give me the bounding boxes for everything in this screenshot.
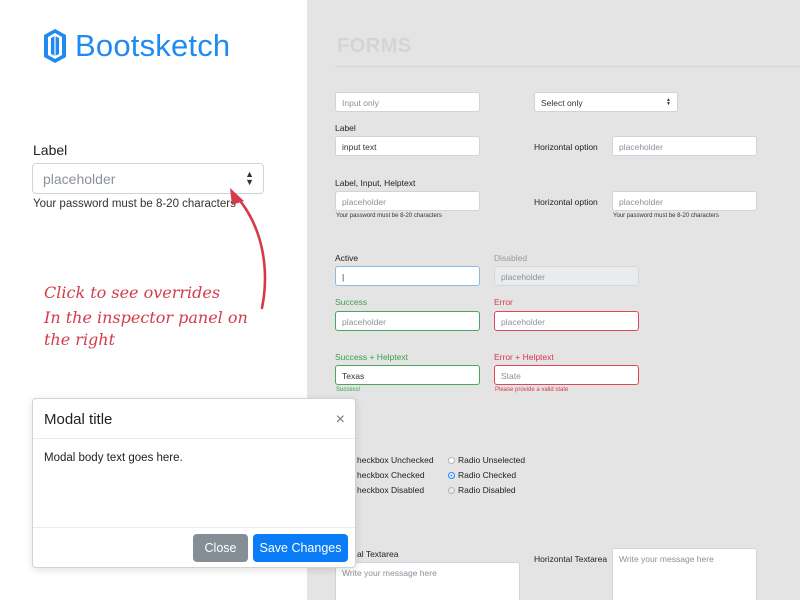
radio-label: Radio Unselected — [458, 455, 526, 465]
modal-dialog: Modal title × Modal body text goes here.… — [32, 398, 356, 568]
success-helptext-field[interactable]: Texas — [335, 365, 480, 385]
helptext-field[interactable]: placeholder — [335, 191, 480, 211]
horizontal-textarea-label: Horizontal Textarea — [534, 554, 608, 564]
divider — [335, 66, 800, 67]
modal-header: Modal title × — [33, 399, 355, 439]
horizontal-option-label: Horizontal option — [534, 142, 598, 152]
hint-line-2: In the inspector panel on — [44, 308, 248, 327]
horizontal-helptext: Your password must be 8-20 characters — [613, 213, 719, 219]
radio-icon — [448, 456, 455, 464]
label-input-helptext-label: Label, Input, Helptext — [335, 178, 416, 188]
disabled-label: Disabled — [494, 253, 528, 263]
radio-selected-icon — [448, 471, 455, 479]
modal-footer-divider — [33, 527, 355, 528]
helptext: Your password must be 8-20 characters — [336, 213, 442, 219]
radio-icon — [448, 486, 455, 494]
radio-label: Radio Checked — [458, 470, 517, 480]
error-field[interactable]: placeholder — [494, 311, 639, 331]
disabled-field: placeholder — [494, 266, 639, 286]
modal-body: Modal body text goes here. — [44, 452, 183, 464]
checkbox-label: heckbox Checked — [357, 470, 425, 480]
input-only-field[interactable]: Input only — [335, 92, 480, 112]
textarea-label: al Textarea — [357, 549, 399, 559]
checkbox-label: heckbox Disabled — [357, 485, 425, 495]
checkbox-label: heckbox Unchecked — [357, 455, 434, 465]
horizontal-option-field[interactable]: placeholder — [612, 136, 757, 156]
checkbox-unchecked[interactable]: heckbox Unchecked — [357, 455, 434, 465]
horizontal-textarea-field[interactable]: Write your message here — [612, 548, 757, 600]
close-button[interactable]: Close — [193, 534, 248, 562]
label-text: Label — [335, 123, 356, 133]
error-helptext-field[interactable]: State — [494, 365, 639, 385]
modal-title: Modal title — [44, 411, 113, 428]
save-changes-button[interactable]: Save Changes — [253, 534, 348, 562]
horizontal-option-label-2: Horizontal option — [534, 197, 598, 207]
select-only-field[interactable]: Select only ▲ ▼ — [534, 92, 678, 112]
close-icon[interactable]: × — [336, 411, 345, 429]
active-label: Active — [335, 253, 359, 263]
hint-line-3: the right — [44, 330, 116, 349]
textarea-field[interactable]: Write your message here — [335, 562, 520, 600]
active-field[interactable]: | — [335, 266, 480, 286]
forms-preview: FORMS Input only Select only ▲ ▼ Label in… — [307, 0, 800, 600]
success-helptext: Success! — [336, 387, 361, 393]
horizontal-helptext-field[interactable]: placeholder — [612, 191, 757, 211]
error-helptext-label: Error + Helptext — [494, 352, 554, 362]
select-only-value: Select only — [541, 98, 583, 108]
radio-disabled: Radio Disabled — [448, 485, 516, 495]
success-label: Success — [335, 297, 368, 307]
error-helptext: Please provide a valid state — [495, 387, 569, 393]
radio-checked[interactable]: Radio Checked — [448, 470, 516, 480]
hint-line-1: Click to see overrides — [44, 283, 221, 302]
radio-unselected[interactable]: Radio Unselected — [448, 455, 525, 465]
success-helptext-label: Success + Helptext — [335, 352, 408, 362]
input-text-field[interactable]: input text — [335, 136, 480, 156]
forms-heading: FORMS — [337, 35, 412, 57]
sort-icon: ▲ ▼ — [666, 97, 671, 107]
checkbox-disabled: heckbox Disabled — [357, 485, 424, 495]
error-label: Error — [494, 297, 513, 307]
checkbox-checked[interactable]: heckbox Checked — [357, 470, 425, 480]
radio-label: Radio Disabled — [458, 485, 516, 495]
success-field[interactable]: placeholder — [335, 311, 480, 331]
